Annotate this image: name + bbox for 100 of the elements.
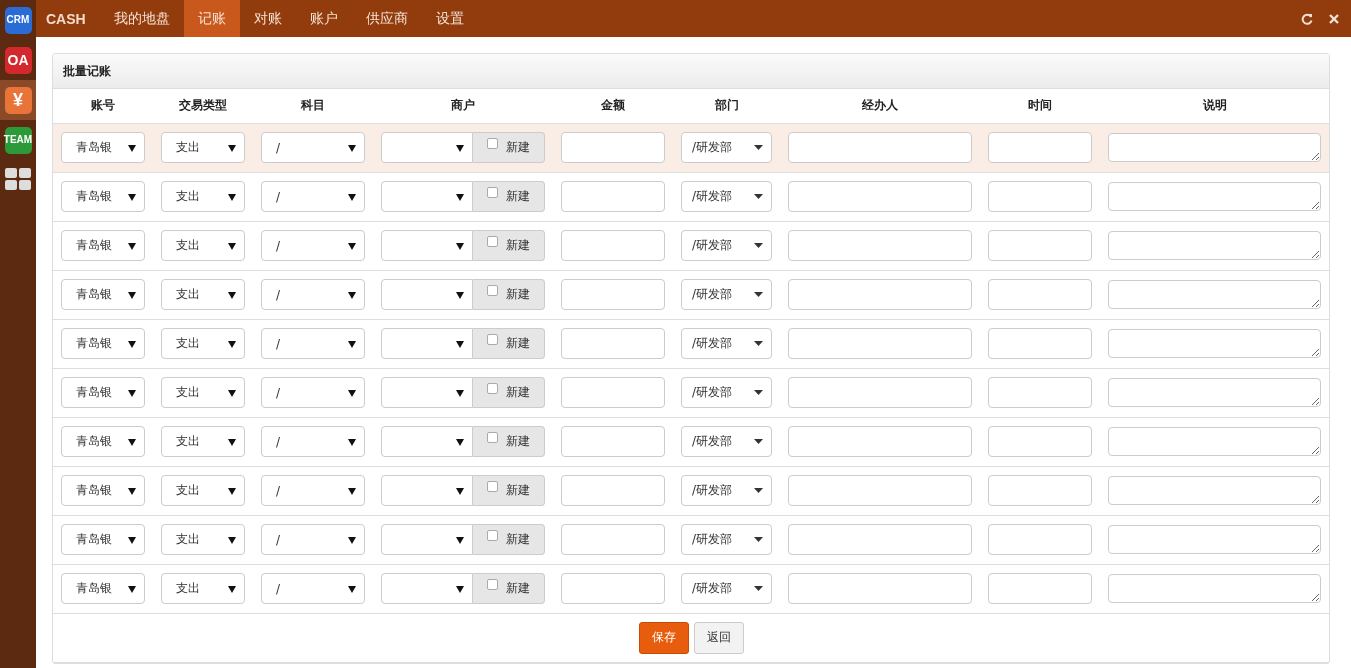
- account-select[interactable]: 青岛银: [61, 328, 145, 359]
- department-select[interactable]: /研发部: [681, 230, 772, 261]
- brand-name[interactable]: CASH: [36, 0, 100, 37]
- handler-field[interactable]: [788, 377, 972, 408]
- merchant-select[interactable]: [381, 426, 473, 457]
- new-checkbox[interactable]: 新建: [473, 328, 545, 359]
- account-select[interactable]: 青岛银: [61, 426, 145, 457]
- note-field[interactable]: [1108, 182, 1321, 211]
- note-field[interactable]: [1108, 280, 1321, 309]
- merchant-select[interactable]: [381, 524, 473, 555]
- amount-field[interactable]: [561, 279, 665, 310]
- new-checkbox[interactable]: 新建: [473, 524, 545, 555]
- new-checkbox[interactable]: 新建: [473, 230, 545, 261]
- department-select[interactable]: /研发部: [681, 132, 772, 163]
- app-icon[interactable]: CRM: [4, 6, 32, 34]
- department-select[interactable]: /研发部: [681, 475, 772, 506]
- type-select[interactable]: 支出: [161, 181, 245, 212]
- merchant-select[interactable]: [381, 181, 473, 212]
- merchant-select[interactable]: [381, 475, 473, 506]
- subject-select[interactable]: /: [261, 132, 365, 163]
- time-field[interactable]: [988, 230, 1092, 261]
- nav-tab[interactable]: 设置: [421, 0, 478, 37]
- handler-field[interactable]: [788, 328, 972, 359]
- amount-field[interactable]: [561, 426, 665, 457]
- handler-field[interactable]: [788, 132, 972, 163]
- department-select[interactable]: /研发部: [681, 524, 772, 555]
- checkbox[interactable]: [487, 187, 498, 198]
- account-select[interactable]: 青岛银: [61, 377, 145, 408]
- subject-select[interactable]: /: [261, 426, 365, 457]
- handler-field[interactable]: [788, 573, 972, 604]
- subject-select[interactable]: /: [261, 524, 365, 555]
- department-select[interactable]: /研发部: [681, 573, 772, 604]
- checkbox[interactable]: [487, 334, 498, 345]
- merchant-select[interactable]: [381, 230, 473, 261]
- merchant-select[interactable]: [381, 328, 473, 359]
- amount-field[interactable]: [561, 377, 665, 408]
- time-field[interactable]: [988, 524, 1092, 555]
- type-select[interactable]: 支出: [161, 377, 245, 408]
- time-field[interactable]: [988, 426, 1092, 457]
- type-select[interactable]: 支出: [161, 573, 245, 604]
- note-field[interactable]: [1108, 133, 1321, 162]
- amount-field[interactable]: [561, 573, 665, 604]
- department-select[interactable]: /研发部: [681, 181, 772, 212]
- subject-select[interactable]: /: [261, 230, 365, 261]
- subject-select[interactable]: /: [261, 328, 365, 359]
- nav-tab[interactable]: 我的地盘: [99, 0, 184, 37]
- amount-field[interactable]: [561, 230, 665, 261]
- checkbox[interactable]: [487, 579, 498, 590]
- save-button[interactable]: 保存: [638, 621, 689, 654]
- handler-field[interactable]: [788, 230, 972, 261]
- subject-select[interactable]: /: [261, 181, 365, 212]
- refresh-icon[interactable]: [1301, 12, 1313, 25]
- time-field[interactable]: [988, 279, 1092, 310]
- new-checkbox[interactable]: 新建: [473, 426, 545, 457]
- close-icon[interactable]: [1329, 13, 1339, 24]
- department-select[interactable]: /研发部: [681, 279, 772, 310]
- account-select[interactable]: 青岛银: [61, 573, 145, 604]
- subject-select[interactable]: /: [261, 573, 365, 604]
- department-select[interactable]: /研发部: [681, 377, 772, 408]
- type-select[interactable]: 支出: [161, 426, 245, 457]
- nav-tab[interactable]: 供应商: [351, 0, 422, 37]
- account-select[interactable]: 青岛银: [61, 475, 145, 506]
- merchant-select[interactable]: [381, 377, 473, 408]
- checkbox[interactable]: [487, 432, 498, 443]
- handler-field[interactable]: [788, 426, 972, 457]
- time-field[interactable]: [988, 573, 1092, 604]
- handler-field[interactable]: [788, 524, 972, 555]
- type-select[interactable]: 支出: [161, 132, 245, 163]
- type-select[interactable]: 支出: [161, 279, 245, 310]
- time-field[interactable]: [988, 328, 1092, 359]
- note-field[interactable]: [1108, 525, 1321, 554]
- amount-field[interactable]: [561, 181, 665, 212]
- nav-tab[interactable]: 账户: [295, 0, 352, 37]
- account-select[interactable]: 青岛银: [61, 230, 145, 261]
- back-button[interactable]: 返回: [693, 621, 744, 654]
- account-select[interactable]: 青岛银: [61, 279, 145, 310]
- new-checkbox[interactable]: 新建: [473, 132, 545, 163]
- checkbox[interactable]: [487, 481, 498, 492]
- type-select[interactable]: 支出: [161, 475, 245, 506]
- apps-grid-icon[interactable]: [4, 168, 32, 192]
- account-select[interactable]: 青岛银: [61, 181, 145, 212]
- amount-field[interactable]: [561, 475, 665, 506]
- checkbox[interactable]: [487, 530, 498, 541]
- checkbox[interactable]: [487, 138, 498, 149]
- handler-field[interactable]: [788, 475, 972, 506]
- note-field[interactable]: [1108, 329, 1321, 358]
- nav-tab[interactable]: 对账: [239, 0, 296, 37]
- new-checkbox[interactable]: 新建: [473, 573, 545, 604]
- merchant-select[interactable]: [381, 573, 473, 604]
- app-icon[interactable]: OA: [4, 46, 32, 74]
- app-icon[interactable]: TEAM: [4, 126, 32, 154]
- checkbox[interactable]: [487, 236, 498, 247]
- handler-field[interactable]: [788, 279, 972, 310]
- note-field[interactable]: [1108, 427, 1321, 456]
- account-select[interactable]: 青岛银: [61, 524, 145, 555]
- note-field[interactable]: [1108, 231, 1321, 260]
- note-field[interactable]: [1108, 378, 1321, 407]
- subject-select[interactable]: /: [261, 377, 365, 408]
- amount-field[interactable]: [561, 328, 665, 359]
- time-field[interactable]: [988, 181, 1092, 212]
